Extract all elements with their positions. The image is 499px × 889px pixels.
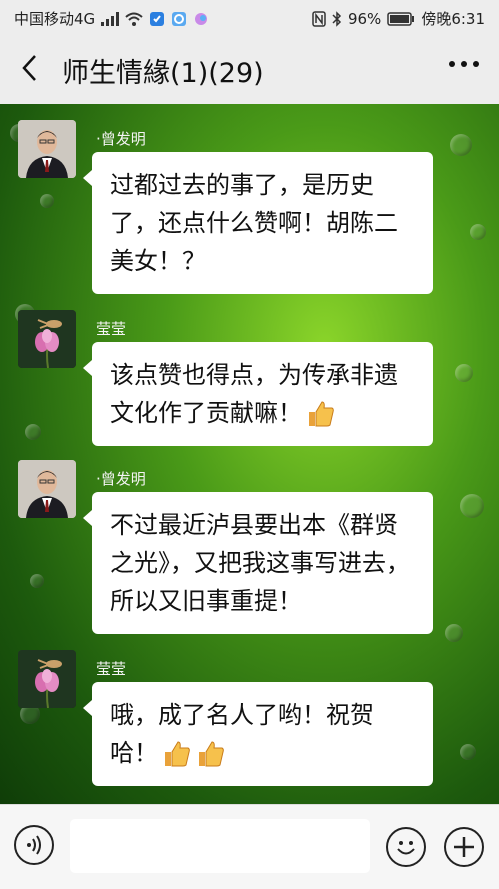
- man-avatar-icon: [18, 120, 76, 178]
- water-drop: [450, 134, 472, 156]
- status-bar: 中国移动4G 96% 傍晚6:31: [0, 0, 499, 34]
- sender-name: ·曾发明: [96, 470, 146, 488]
- water-drop: [455, 364, 473, 382]
- chat-title: 师生情緣(1)(29): [62, 58, 264, 89]
- chevron-left-icon: [22, 55, 36, 81]
- voice-button[interactable]: [14, 825, 54, 865]
- app-ball-icon: [195, 12, 208, 25]
- more-button[interactable]: [447, 44, 481, 82]
- message-text: 该点赞也得点，为传承非遗文化作了贡献嘛！: [110, 361, 398, 427]
- clock: 傍晚6:31: [421, 10, 485, 28]
- message-text: 哦，成了名人了哟！祝贺哈！: [110, 701, 374, 767]
- water-drop: [460, 744, 476, 760]
- water-drop: [470, 224, 486, 240]
- flower-avatar-icon: [18, 650, 76, 708]
- message-input[interactable]: [70, 819, 370, 873]
- water-drop: [40, 194, 54, 208]
- app-shield-icon: [150, 11, 165, 26]
- signal-icon: [101, 11, 120, 26]
- bluetooth-icon: [332, 10, 342, 27]
- wifi-icon: [125, 12, 143, 26]
- message-bubble[interactable]: 该点赞也得点，为传承非遗文化作了贡献嘛！: [83, 342, 433, 446]
- chat-header: 师生情緣(1)(29): [0, 34, 499, 105]
- back-button[interactable]: [12, 48, 48, 88]
- avatar[interactable]: [18, 310, 76, 368]
- plus-button[interactable]: [444, 827, 484, 867]
- message-bubble[interactable]: 哦，成了名人了哟！祝贺哈！: [83, 682, 433, 786]
- more-dots-icon: [449, 61, 479, 67]
- avatar[interactable]: [18, 120, 76, 178]
- thumbs-up-icon: [306, 399, 336, 429]
- carrier-label: 中国移动4G: [14, 10, 96, 28]
- avatar[interactable]: [18, 460, 76, 518]
- voice-icon: [27, 835, 41, 855]
- chat-area[interactable]: ·曾发明 过都过去的事了，是历史了，还点什么赞啊！胡陈二美女！？ 莹莹 该点赞也…: [0, 104, 499, 804]
- water-drop: [30, 574, 44, 588]
- battery-percent: 96%: [347, 9, 382, 28]
- emoji-button[interactable]: [386, 827, 426, 867]
- input-bar: [0, 804, 499, 889]
- sender-name: 莹莹: [96, 320, 127, 338]
- nfc-icon: [312, 10, 326, 27]
- water-drop: [445, 624, 463, 642]
- battery-icon: [387, 11, 415, 26]
- plus-icon: [454, 837, 474, 857]
- avatar[interactable]: [18, 650, 76, 708]
- sender-name: ·曾发明: [96, 130, 146, 148]
- flower-avatar-icon: [18, 310, 76, 368]
- message-bubble[interactable]: 不过最近泸县要出本《群贤之光》，又把我这事写进去，所以又旧事重提！: [83, 492, 433, 634]
- message-text: 过都过去的事了，是历史了，还点什么赞啊！胡陈二美女！？: [110, 171, 398, 275]
- sender-name: 莹莹: [96, 660, 127, 678]
- water-drop: [25, 424, 41, 440]
- emoji-icon: [397, 841, 415, 855]
- thumbs-up-icon: [162, 739, 192, 769]
- man-avatar-icon: [18, 460, 76, 518]
- app-q-icon: [172, 11, 187, 26]
- message-text: 不过最近泸县要出本《群贤之光》，又把我这事写进去，所以又旧事重提！: [110, 511, 410, 615]
- water-drop: [460, 494, 484, 518]
- thumbs-up-icon: [196, 739, 226, 769]
- message-bubble[interactable]: 过都过去的事了，是历史了，还点什么赞啊！胡陈二美女！？: [83, 152, 433, 294]
